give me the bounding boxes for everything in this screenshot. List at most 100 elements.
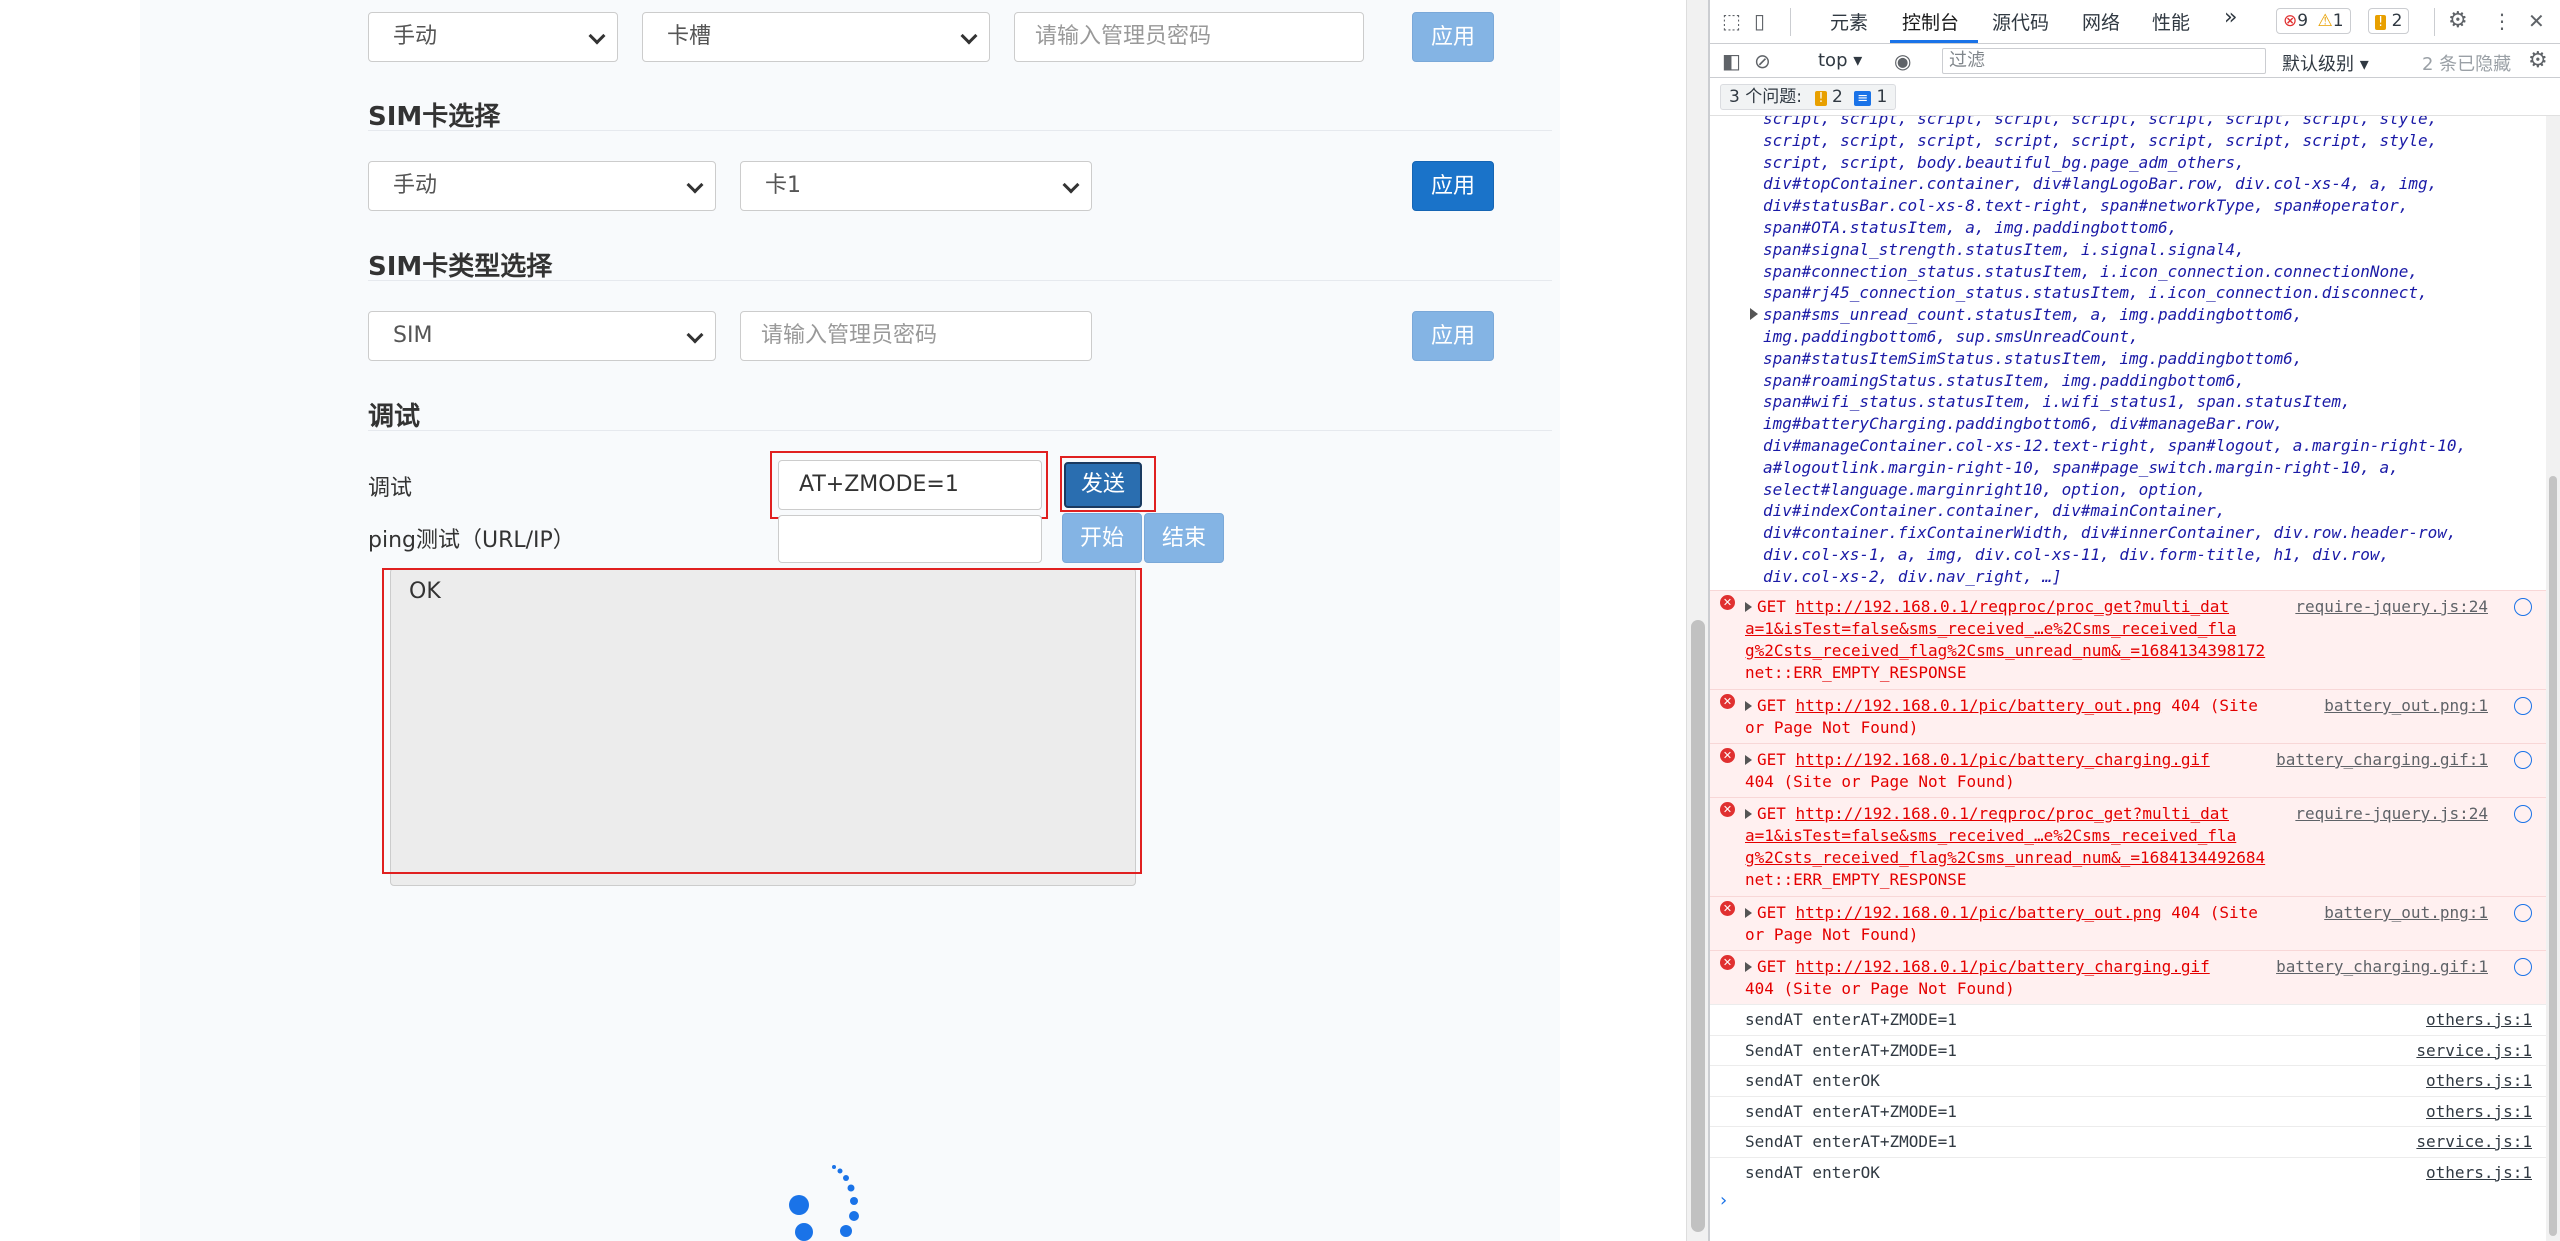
error-url[interactable]: http://192.168.0.1/reqproc/proc_get?mult…	[1796, 597, 2229, 616]
error-source-link[interactable]: battery_out.png:1	[2324, 695, 2488, 717]
settings-gear-icon[interactable]: ⚙	[2448, 9, 2468, 33]
expand-arrow-icon[interactable]	[1750, 308, 1758, 321]
elements-line: span#wifi_status.statusItem, i.wifi_stat…	[1763, 391, 2546, 413]
log-level-value: 默认级别	[2282, 54, 2354, 75]
console-settings-icon[interactable]: ⚙	[2528, 49, 2548, 73]
expand-arrow-icon[interactable]	[1745, 755, 1752, 765]
elements-line: script, script, script, script, script, …	[1763, 130, 2546, 152]
error-url[interactable]: a=1&isTest=false&sms_received_…e%2Csms_r…	[1745, 619, 2236, 638]
ping-stop-button[interactable]: 结束	[1144, 513, 1224, 563]
sim-select-apply-button[interactable]: 应用	[1412, 161, 1494, 211]
error-url[interactable]: http://192.168.0.1/pic/battery_out.png	[1796, 903, 2162, 922]
elements-line-text: script, script, script, script, script, …	[1763, 116, 2438, 128]
expand-arrow-icon[interactable]	[1745, 701, 1752, 711]
error-url[interactable]: http://192.168.0.1/pic/battery_charging.…	[1796, 957, 2210, 976]
issues-badge[interactable]: ! 2	[2368, 8, 2410, 34]
page-scrollbar[interactable]	[1686, 0, 1708, 1241]
network-globe-icon[interactable]	[2514, 751, 2532, 769]
highlight-box	[770, 451, 1048, 519]
expand-arrow-icon[interactable]	[1745, 908, 1752, 918]
kebab-menu-icon[interactable]: ⋮	[2492, 9, 2512, 33]
network-globe-icon[interactable]	[2514, 958, 2532, 976]
issues-pill[interactable]: 3 个问题: ! 2 ≡ 1	[1720, 84, 1897, 110]
network-globe-icon[interactable]	[2514, 805, 2532, 823]
ping-start-button[interactable]: 开始	[1062, 513, 1142, 563]
error-source-link[interactable]: battery_charging.gif:1	[2276, 749, 2488, 771]
console-scrollbar-thumb[interactable]	[2549, 476, 2557, 1236]
elements-line-text: span#statusItemSimStatus.statusItem, img…	[1763, 348, 2303, 368]
elements-line-text: div.col-xs-1, a, img, div.col-xs-11, div…	[1763, 544, 2390, 564]
console-prompt[interactable]: ›	[1720, 1190, 1727, 1211]
tab-elements[interactable]: 元素	[1830, 8, 1868, 35]
elements-line: img#batteryCharging.paddingbottom6, div#…	[1763, 413, 2546, 435]
sim-card-select-value: 卡1	[765, 173, 801, 198]
error-source-link[interactable]: battery_charging.gif:1	[2276, 956, 2488, 978]
admin-password-input-top[interactable]: 请输入管理员密码	[1014, 12, 1364, 62]
errors-warnings-badge[interactable]: ⊗9 ⚠1	[2276, 8, 2351, 34]
close-icon[interactable]: ✕	[2528, 9, 2545, 33]
expand-arrow-icon[interactable]	[1745, 809, 1752, 819]
network-globe-icon[interactable]	[2514, 904, 2532, 922]
error-source-link[interactable]: battery_out.png:1	[2324, 902, 2488, 924]
error-url[interactable]: a=1&isTest=false&sms_received_…e%2Csms_r…	[1745, 826, 2236, 845]
console-error[interactable]: ✕ GET http://192.168.0.1/reqproc/proc_get…	[1710, 590, 2546, 689]
network-globe-icon[interactable]	[2514, 697, 2532, 715]
console-filter-input[interactable]: 过滤	[1942, 48, 2266, 74]
sim-type-select[interactable]: SIM	[368, 311, 716, 361]
console-error[interactable]: ✕ GET http://192.168.0.1/pic/battery_out.…	[1710, 896, 2546, 950]
network-globe-icon[interactable]	[2514, 598, 2532, 616]
expand-arrow-icon[interactable]	[1745, 602, 1752, 612]
log-source-link[interactable]: service.js:1	[2416, 1127, 2532, 1157]
clear-console-icon[interactable]: ⊘	[1754, 49, 1771, 73]
console-log-row: sendAT enterOK others.js:1	[1710, 1065, 2546, 1096]
console-error[interactable]: ✕ GET http://192.168.0.1/pic/battery_out.…	[1710, 689, 2546, 743]
more-tabs-icon[interactable]: »	[2224, 5, 2237, 30]
log-source-link[interactable]: others.js:1	[2426, 1158, 2532, 1188]
error-source-link[interactable]: require-jquery.js:24	[2295, 596, 2488, 618]
eye-icon[interactable]: ◉	[1894, 49, 1911, 73]
device-toolbar-icon[interactable]: ▯	[1754, 9, 1765, 33]
error-url[interactable]: http://192.168.0.1/pic/battery_charging.…	[1796, 750, 2210, 769]
log-message: sendAT enterOK	[1745, 1162, 1880, 1182]
tab-performance[interactable]: 性能	[2152, 8, 2190, 35]
admin-password-input[interactable]: 请输入管理员密码	[740, 311, 1092, 361]
error-url[interactable]: g%2Csts_received_flag%2Csms_unread_num&_…	[1745, 848, 2265, 867]
slot-select[interactable]: 卡槽	[642, 12, 990, 62]
tab-sources[interactable]: 源代码	[1992, 8, 2049, 35]
page-scrollbar-thumb[interactable]	[1691, 620, 1705, 1232]
tab-network[interactable]: 网络	[2082, 8, 2120, 35]
elements-line: div#container.fixContainerWidth, div#inn…	[1763, 522, 2546, 544]
console-error[interactable]: ✕ GET http://192.168.0.1/pic/battery_char…	[1710, 950, 2546, 1004]
log-source-link[interactable]: service.js:1	[2416, 1036, 2532, 1066]
error-source-link[interactable]: require-jquery.js:24	[2295, 803, 2488, 825]
sim-mode-select[interactable]: 手动	[368, 161, 716, 211]
ping-target-input[interactable]	[778, 515, 1042, 563]
apply-button-top[interactable]: 应用	[1412, 12, 1494, 62]
error-url[interactable]: g%2Csts_received_flag%2Csms_unread_num&_…	[1745, 641, 2265, 660]
log-source-link[interactable]: others.js:1	[2426, 1097, 2532, 1127]
elements-line: div.col-xs-1, a, img, div.col-xs-11, div…	[1763, 544, 2546, 566]
console-log-row: sendAT enterOK others.js:1	[1710, 1156, 2546, 1188]
context-selector[interactable]: top ▾	[1818, 50, 1862, 71]
inspect-icon[interactable]: ⬚	[1722, 9, 1741, 33]
console-scrollbar[interactable]	[2546, 116, 2560, 1241]
log-source-link[interactable]: others.js:1	[2426, 1005, 2532, 1035]
elements-line-text: script, script, body.beautiful_bg.page_a…	[1763, 152, 2245, 172]
error-url[interactable]: http://192.168.0.1/pic/battery_out.png	[1796, 696, 2162, 715]
log-source-link[interactable]: others.js:1	[2426, 1066, 2532, 1096]
error-method: GET	[1757, 804, 1796, 823]
log-level-selector[interactable]: 默认级别 ▾	[2282, 50, 2369, 76]
tab-console[interactable]: 控制台	[1902, 8, 1959, 35]
sim-card-select[interactable]: 卡1	[740, 161, 1092, 211]
mode-select-top[interactable]: 手动	[368, 12, 618, 62]
console-error[interactable]: ✕ GET http://192.168.0.1/pic/battery_char…	[1710, 743, 2546, 797]
error-url[interactable]: http://192.168.0.1/reqproc/proc_get?mult…	[1796, 804, 2229, 823]
issues-warn-count: 2	[1831, 87, 1843, 107]
sim-type-apply-button[interactable]: 应用	[1412, 311, 1494, 361]
console-log-row: sendAT enterAT+ZMODE=1 others.js:1	[1710, 1004, 2546, 1035]
expand-arrow-icon[interactable]	[1745, 962, 1752, 972]
mode-select-top-value: 手动	[393, 24, 438, 49]
elements-line: select#language.marginright10, option, o…	[1763, 479, 2546, 501]
sidebar-toggle-icon[interactable]: ◧	[1722, 49, 1741, 73]
console-error[interactable]: ✕ GET http://192.168.0.1/reqproc/proc_get…	[1710, 797, 2546, 896]
